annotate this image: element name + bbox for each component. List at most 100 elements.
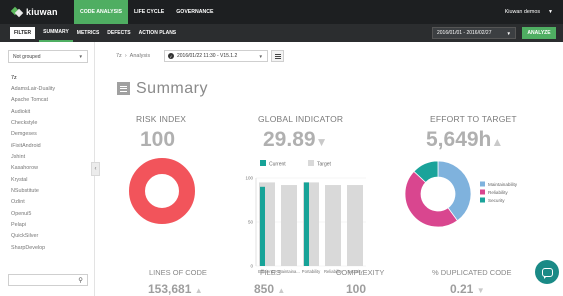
nav-governance[interactable]: Governance [170,0,219,24]
duplicated-code-label: % Duplicated Code [432,268,512,277]
filter-button[interactable]: Filter [10,27,36,39]
legend-swatch-current [260,160,266,166]
chat-icon [541,267,553,279]
user-menu[interactable]: Kiuwan demos ▼ [505,0,553,24]
risk-index-label: Risk Index [136,114,187,124]
user-name: Kiuwan demos [504,9,541,15]
search-icon[interactable]: ⚲ [78,276,83,284]
page-title: Summary [136,80,208,97]
pie-slice-risk [129,158,195,224]
application-item[interactable]: AdamsLair-Duality [0,83,95,94]
effort-to-target-label: Effort to Target [430,114,517,124]
menu-icon [117,82,130,95]
legend-label-target: Target [317,161,332,167]
duplicated-code-value-box: 0.21 ▼ [450,282,485,296]
list-icon[interactable] [271,50,284,62]
tab-action-plans[interactable]: Action Plans [135,24,181,42]
chevron-down-icon: ▼ [78,54,83,59]
analyze-button[interactable]: Analyze [522,27,556,39]
complexity-value: 100 [346,282,367,296]
breadcrumb-separator: › [124,53,127,59]
application-list: 7z AdamsLair-Duality Apache Tomcat Audio… [0,72,95,254]
y-tick-label: 50 [248,220,254,225]
legend-label: Reliability [488,190,508,195]
application-item[interactable]: Checkstyle [0,117,95,128]
global-indicator-label: Global Indicator [258,114,344,124]
bar-target [281,185,297,266]
grouping-select[interactable]: Not grouped ▼ [8,50,88,63]
grouping-value: Not grouped [13,53,41,60]
x-tick-label: Portability [302,269,321,274]
trend-up-icon: ▲ [194,286,203,295]
lines-of-code-value-box: 153,681 ▲ [148,282,203,296]
breadcrumb-section: Analysis [129,53,151,59]
bar-current [304,182,309,266]
bar-target [325,185,341,266]
section-tabs: Summary Metrics Defects Action Plans [39,24,180,42]
global-indicator-value: 29.89 [263,128,316,151]
legend-label-current: Current [269,161,286,167]
files-label: Files [260,268,281,277]
legend-label: Maintainability [488,182,518,187]
application-item[interactable]: Jshint [0,151,95,162]
lines-of-code-label: Lines of Code [149,268,207,277]
application-item[interactable]: Ozlint [0,197,95,208]
sidebar: Not grouped ▼ 7z AdamsLair-Duality Apach… [0,42,95,296]
risk-index-value: 100 [140,128,176,151]
kiuwan-logo[interactable]: kiuwan [0,0,74,24]
trend-down-icon: ▼ [315,135,328,149]
legend-swatch [480,189,485,195]
chevron-down-icon: ▼ [506,30,511,36]
breadcrumb: 7z › Analysis [116,53,150,59]
top-bar: kiuwan Code Analysis Life Cycle Governan… [0,0,563,24]
application-search-input[interactable]: ⚲ [8,274,88,286]
application-item[interactable]: Pelapi [0,219,95,230]
legend-swatch [480,197,485,203]
analysis-snapshot-select[interactable]: ✓ 2016/01/22 11:30 - V15.1.2 ▼ [164,50,268,62]
application-item[interactable]: SharpDevelop [0,242,95,253]
kiuwan-logo-icon [12,7,22,17]
complexity-label: Complexity [336,268,385,277]
tab-summary[interactable]: Summary [39,24,73,42]
x-tick-label: Maintaina... [278,269,300,274]
global-indicator-value-box: 29.89▼ [263,128,327,152]
application-item[interactable]: Apache Tomcat [0,95,95,106]
effort-to-target-donut-chart: Maintainability Reliability Security [404,160,518,228]
effort-to-target-value-box: 5,649h▲ [426,128,503,152]
files-value-box: 850 ▲ [254,282,285,296]
nav-code-analysis[interactable]: Code Analysis [74,0,128,24]
application-item[interactable]: Demgeses [0,129,95,140]
files-value: 850 [254,282,275,296]
y-tick-label: 100 [245,176,253,181]
tab-metrics[interactable]: Metrics [73,24,104,42]
breadcrumb-app[interactable]: 7z [116,53,122,59]
application-item[interactable]: Audiokit [0,106,95,117]
risk-index-donut-chart [129,158,195,224]
logo-text: kiuwan [26,7,58,17]
y-tick-label: 0 [250,264,253,269]
application-item[interactable]: 7z [0,72,95,83]
tab-defects[interactable]: Defects [103,24,134,42]
legend-swatch [480,181,485,187]
date-range-select[interactable]: 2016/01/01 - 2016/02/27 ▼ [432,27,516,39]
chevron-down-icon: ▼ [258,53,263,59]
application-item[interactable]: Openui5 [0,208,95,219]
trend-up-icon: ▲ [277,286,286,295]
bar-target [347,185,363,266]
effort-to-target-value: 5,649h [426,128,492,151]
application-item[interactable]: Krystal [0,174,95,185]
chevron-down-icon: ▼ [548,9,553,15]
application-item[interactable]: Kasahorow [0,163,95,174]
application-item[interactable]: iFixitAndroid [0,140,95,151]
top-nav: Code Analysis Life Cycle Governance [74,0,219,24]
bar-current [260,186,265,266]
trend-down-icon: ▼ [476,286,485,295]
application-item[interactable]: NSubstitute [0,185,95,196]
nav-life-cycle[interactable]: Life Cycle [128,0,170,24]
chat-button[interactable] [535,260,559,284]
trend-up-icon: ▲ [491,135,504,149]
legend-swatch-target [308,160,314,166]
main-content: 7z › Analysis ✓ 2016/01/22 11:30 - V15.1… [96,42,563,296]
application-item[interactable]: QuickSilver [0,231,95,242]
date-range-value: 2016/01/01 - 2016/02/27 [437,30,492,36]
